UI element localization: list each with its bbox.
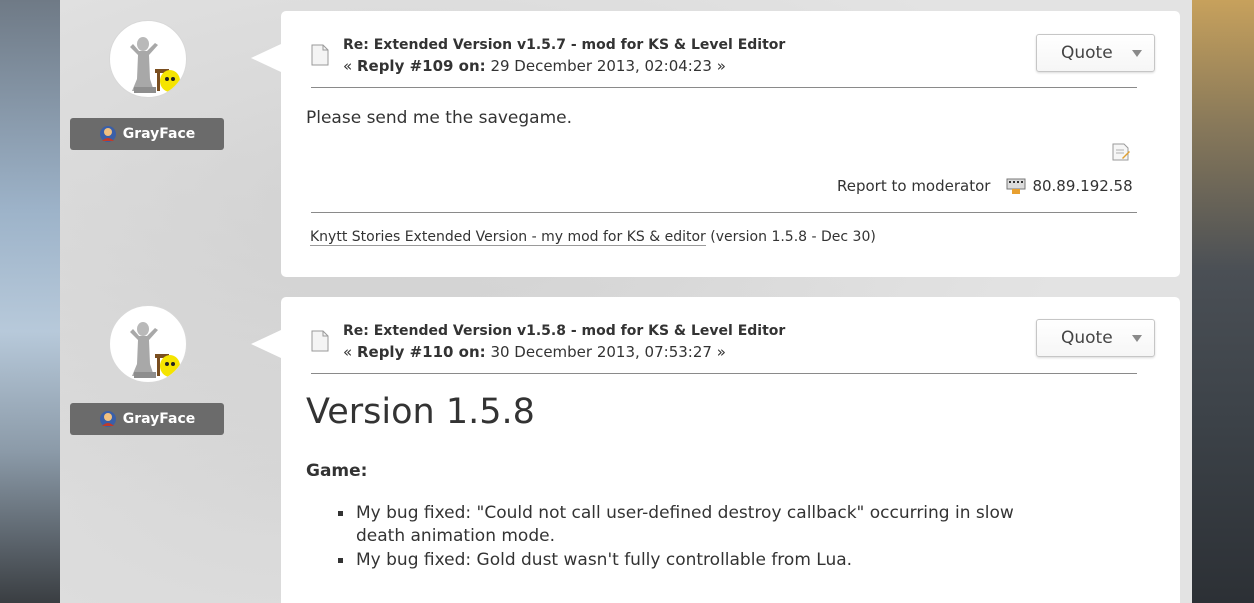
reply-number[interactable]: Reply #109 on: — [357, 57, 486, 75]
avatar[interactable] — [109, 305, 187, 383]
poster-info: GrayFace — [70, 20, 226, 150]
list-item: My bug fixed: Gold dust wasn't fully con… — [336, 549, 1056, 572]
edit-icon[interactable] — [1111, 142, 1131, 162]
chevron-down-icon[interactable] — [1132, 50, 1142, 57]
post-body: Please send me the savegame. — [306, 108, 573, 128]
document-icon — [311, 330, 329, 352]
post-card: Re: Extended Version v1.5.7 - mod for KS… — [251, 11, 1180, 277]
ip-address[interactable]: 80.89.192.58 — [1032, 177, 1132, 195]
user-badge-icon — [99, 126, 116, 142]
post-date: 29 December 2013, 02:04:23 — [490, 57, 712, 75]
background-right — [1192, 0, 1254, 603]
background-left — [0, 0, 60, 603]
ip-address-icon — [1006, 178, 1026, 194]
author-name[interactable]: GrayFace — [123, 126, 196, 142]
forum-thread: GrayFace Re: Extended Version v1.5.7 - m… — [60, 0, 1192, 603]
quote-label: Quote — [1061, 43, 1113, 63]
poster-info: GrayFace — [70, 305, 226, 435]
signature-note: (version 1.5.8 - Dec 30) — [710, 229, 876, 245]
list-item: My bug fixed: "Could not call user-defin… — [336, 502, 1056, 548]
post-footer-actions: Report to moderator 80.89.192.58 — [837, 177, 1133, 195]
meta-prefix: « — [343, 343, 353, 361]
report-to-moderator-link[interactable]: Report to moderator — [837, 177, 990, 195]
document-icon — [311, 44, 329, 66]
post-meta: « Reply #110 on: 30 December 2013, 07:53… — [343, 343, 726, 361]
post-meta: « Reply #109 on: 29 December 2013, 02:04… — [343, 57, 726, 75]
post-card: Re: Extended Version v1.5.8 - mod for KS… — [251, 297, 1180, 603]
avatar[interactable] — [109, 20, 187, 98]
quote-button[interactable]: Quote — [1036, 34, 1155, 72]
post-subject[interactable]: Re: Extended Version v1.5.7 - mod for KS… — [343, 37, 785, 53]
meta-suffix: » — [716, 343, 726, 361]
user-badge-icon — [99, 411, 116, 427]
author-name-badge[interactable]: GrayFace — [70, 118, 224, 150]
author-name[interactable]: GrayFace — [123, 411, 196, 427]
chevron-down-icon[interactable] — [1132, 335, 1142, 342]
author-name-badge[interactable]: GrayFace — [70, 403, 224, 435]
reply-number[interactable]: Reply #110 on: — [357, 343, 486, 361]
meta-suffix: » — [716, 57, 726, 75]
meta-prefix: « — [343, 57, 353, 75]
quote-button[interactable]: Quote — [1036, 319, 1155, 357]
post-subject[interactable]: Re: Extended Version v1.5.8 - mod for KS… — [343, 323, 785, 339]
signature-divider — [311, 212, 1137, 213]
signature-link[interactable]: Knytt Stories Extended Version - my mod … — [310, 229, 706, 246]
changelog-list: My bug fixed: "Could not call user-defin… — [336, 502, 1056, 573]
post-date: 30 December 2013, 07:53:27 — [490, 343, 712, 361]
post-header: Re: Extended Version v1.5.8 - mod for KS… — [311, 322, 1137, 374]
section-label: Game: — [306, 461, 368, 481]
post-header: Re: Extended Version v1.5.7 - mod for KS… — [311, 36, 1137, 88]
quote-label: Quote — [1061, 328, 1113, 348]
signature: Knytt Stories Extended Version - my mod … — [310, 229, 876, 246]
post-heading: Version 1.5.8 — [306, 392, 535, 432]
